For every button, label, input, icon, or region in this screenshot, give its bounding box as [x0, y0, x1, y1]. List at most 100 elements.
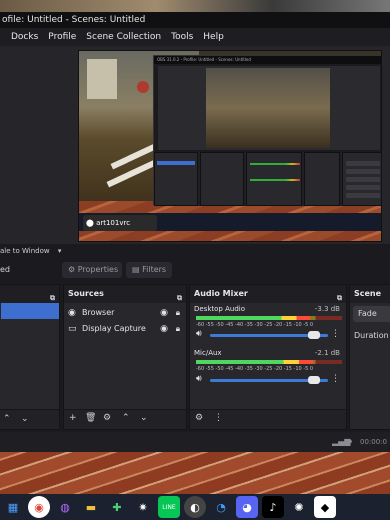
selected-scene[interactable] [1, 303, 59, 319]
audio-mixer-header: Audio Mixer ⧉ [190, 285, 346, 303]
source-item-display-capture[interactable]: ▭ Display Capture ◉ 🔒︎ [66, 321, 184, 337]
volume-slider[interactable] [210, 331, 328, 339]
menu-profile[interactable]: Profile [43, 28, 81, 46]
nested-button [346, 169, 380, 174]
nested-sources-dock [200, 152, 244, 206]
menu-dots-icon[interactable]: ⋮ [214, 413, 223, 423]
globe-icon: ◉ [68, 308, 76, 318]
eye-icon[interactable]: ◉ [160, 305, 168, 321]
meter-scale: -60 -55 -50 -45 -40 -35 -30 -25 -20 -15 … [196, 322, 314, 328]
volume-knob[interactable] [307, 376, 320, 384]
status-time: 00:00:0 [360, 438, 387, 446]
chatgpt-icon[interactable]: ✺ [288, 496, 310, 518]
volume-meter [196, 360, 342, 364]
nested-button [346, 185, 380, 190]
nested-controls-dock [342, 152, 381, 206]
gear-icon[interactable]: ⚙ [195, 413, 203, 423]
nested-preview-scene [206, 68, 330, 148]
gear-icon[interactable]: ⚙ [103, 413, 111, 423]
chevron-down-icon[interactable]: ▾ [58, 247, 62, 255]
nested-obs-window: OBS 31.0.2 - Profile: Untitled - Scenes:… [153, 55, 381, 206]
volume-meter [196, 316, 342, 320]
lock-icon[interactable]: 🔒︎ [176, 305, 180, 321]
source-item-browser[interactable]: ◉ Browser ◉ 🔒︎ [66, 305, 184, 321]
avatar-name: art101vrc [96, 219, 131, 227]
game-background-top [0, 0, 390, 12]
folder-icon[interactable]: ▬ [80, 496, 102, 518]
scale-row: ale to Window ▾ [0, 244, 390, 258]
volume-knob[interactable] [307, 331, 320, 339]
menu-bar: Docks Profile Scene Collection Tools Hel… [0, 28, 390, 46]
up-arrow-icon[interactable]: ⌃ [3, 414, 11, 424]
nested-button [346, 193, 380, 198]
game-floor [0, 452, 390, 494]
menu-tools[interactable]: Tools [166, 28, 198, 46]
down-arrow-icon[interactable]: ⌄ [140, 413, 148, 423]
channel-name: Mic/Aux [194, 349, 222, 357]
nested-title: OBS 31.0.2 - Profile: Untitled - Scenes:… [154, 56, 381, 64]
messenger-icon[interactable]: ◍ [54, 496, 76, 518]
channel-db: -3.3 dB [314, 305, 340, 313]
scale-label[interactable]: ale to Window [0, 247, 50, 255]
nested-meter [250, 163, 300, 165]
speaker-icon[interactable]: 🔊︎ [196, 374, 202, 384]
window-title: ofile: Untitled - Scenes: Untitled [0, 12, 390, 28]
meter-fill [196, 316, 310, 320]
gear-icon: ⚙ [68, 265, 76, 274]
down-arrow-icon[interactable]: ⌄ [21, 414, 29, 424]
audio-mixer-dock: Audio Mixer ⧉ Desktop Audio -3.3 dB -60 … [189, 284, 347, 430]
transition-select[interactable]: Fade [353, 306, 390, 322]
tiktok-icon[interactable]: ♪ [262, 496, 284, 518]
discord-icon[interactable]: ◕ [236, 496, 258, 518]
settings-icon[interactable]: ✷ [132, 496, 154, 518]
nested-meter [250, 179, 300, 181]
preview-canvas[interactable]: OBS 31.0.2 - Profile: Untitled - Scenes:… [78, 50, 382, 242]
app-icon[interactable]: ◔ [210, 496, 232, 518]
menu-help[interactable]: Help [198, 28, 229, 46]
meter-scale: -60 -55 -50 -45 -40 -35 -30 -25 -20 -15 … [196, 366, 314, 372]
roblox-icon[interactable]: ◆ [314, 496, 336, 518]
volume-slider[interactable] [210, 376, 328, 384]
up-arrow-icon[interactable]: ⌃ [122, 413, 130, 423]
nested-mixer-dock [246, 152, 302, 206]
avatar-label: ⬤ art101vrc [83, 215, 157, 231]
properties-button[interactable]: ⚙ Properties [62, 262, 122, 278]
scenes-dock-footer: ⌃ ⌄ [0, 409, 59, 429]
line-icon[interactable]: LINE [158, 496, 180, 518]
lock-icon[interactable]: 🔒︎ [176, 321, 180, 337]
meter-fill [196, 360, 313, 364]
scene-transitions-dock: Scene Tra Fade Duration [349, 284, 390, 430]
channel-menu-icon[interactable]: ⋮ [331, 374, 340, 384]
menu-scene-collection[interactable]: Scene Collection [81, 28, 166, 46]
nested-scenes-dock [154, 152, 198, 206]
add-icon[interactable]: + [69, 413, 77, 423]
filters-button[interactable]: ▤ Filters [126, 262, 172, 278]
sources-dock: Sources ⧉ ◉ Browser ◉ 🔒︎ ▭ Display Captu… [63, 284, 187, 430]
building [87, 59, 117, 99]
properties-label: Properties [77, 265, 119, 274]
menu-docks[interactable]: Docks [6, 28, 43, 46]
record-icon: ⏺ [348, 437, 352, 446]
nested-transitions-dock [304, 152, 340, 206]
app-icon[interactable]: ✚ [106, 496, 128, 518]
filter-icon: ▤ [132, 265, 140, 274]
channel-db: -2.1 dB [314, 349, 340, 357]
eye-icon[interactable]: ◉ [160, 321, 168, 337]
nested-preview [158, 66, 380, 150]
obs-icon[interactable]: ◐ [184, 496, 206, 518]
trash-icon[interactable]: 🗑︎ [85, 413, 96, 423]
nested-button [346, 177, 380, 182]
channel-menu-icon[interactable]: ⋮ [331, 329, 340, 339]
source-label: Display Capture [82, 324, 146, 333]
scenes-dock: ⧉ ⌃ ⌄ [0, 284, 60, 430]
chrome-icon[interactable]: ◉ [28, 496, 50, 518]
sources-dock-footer: + 🗑︎ ⚙ ⌃ ⌄ [64, 409, 186, 429]
windows-icon[interactable]: ▦ [2, 496, 24, 518]
scene-transitions-header: Scene Tra [350, 285, 390, 316]
audio-mixer-footer: ⚙ ⋮ [190, 409, 346, 429]
scenes-dock-header: ⧉ [0, 285, 59, 303]
duration-label: Duration [354, 331, 389, 340]
nested-selected-scene [157, 161, 195, 165]
speaker-icon[interactable]: 🔊︎ [196, 329, 202, 339]
channel-name: Desktop Audio [194, 305, 245, 313]
